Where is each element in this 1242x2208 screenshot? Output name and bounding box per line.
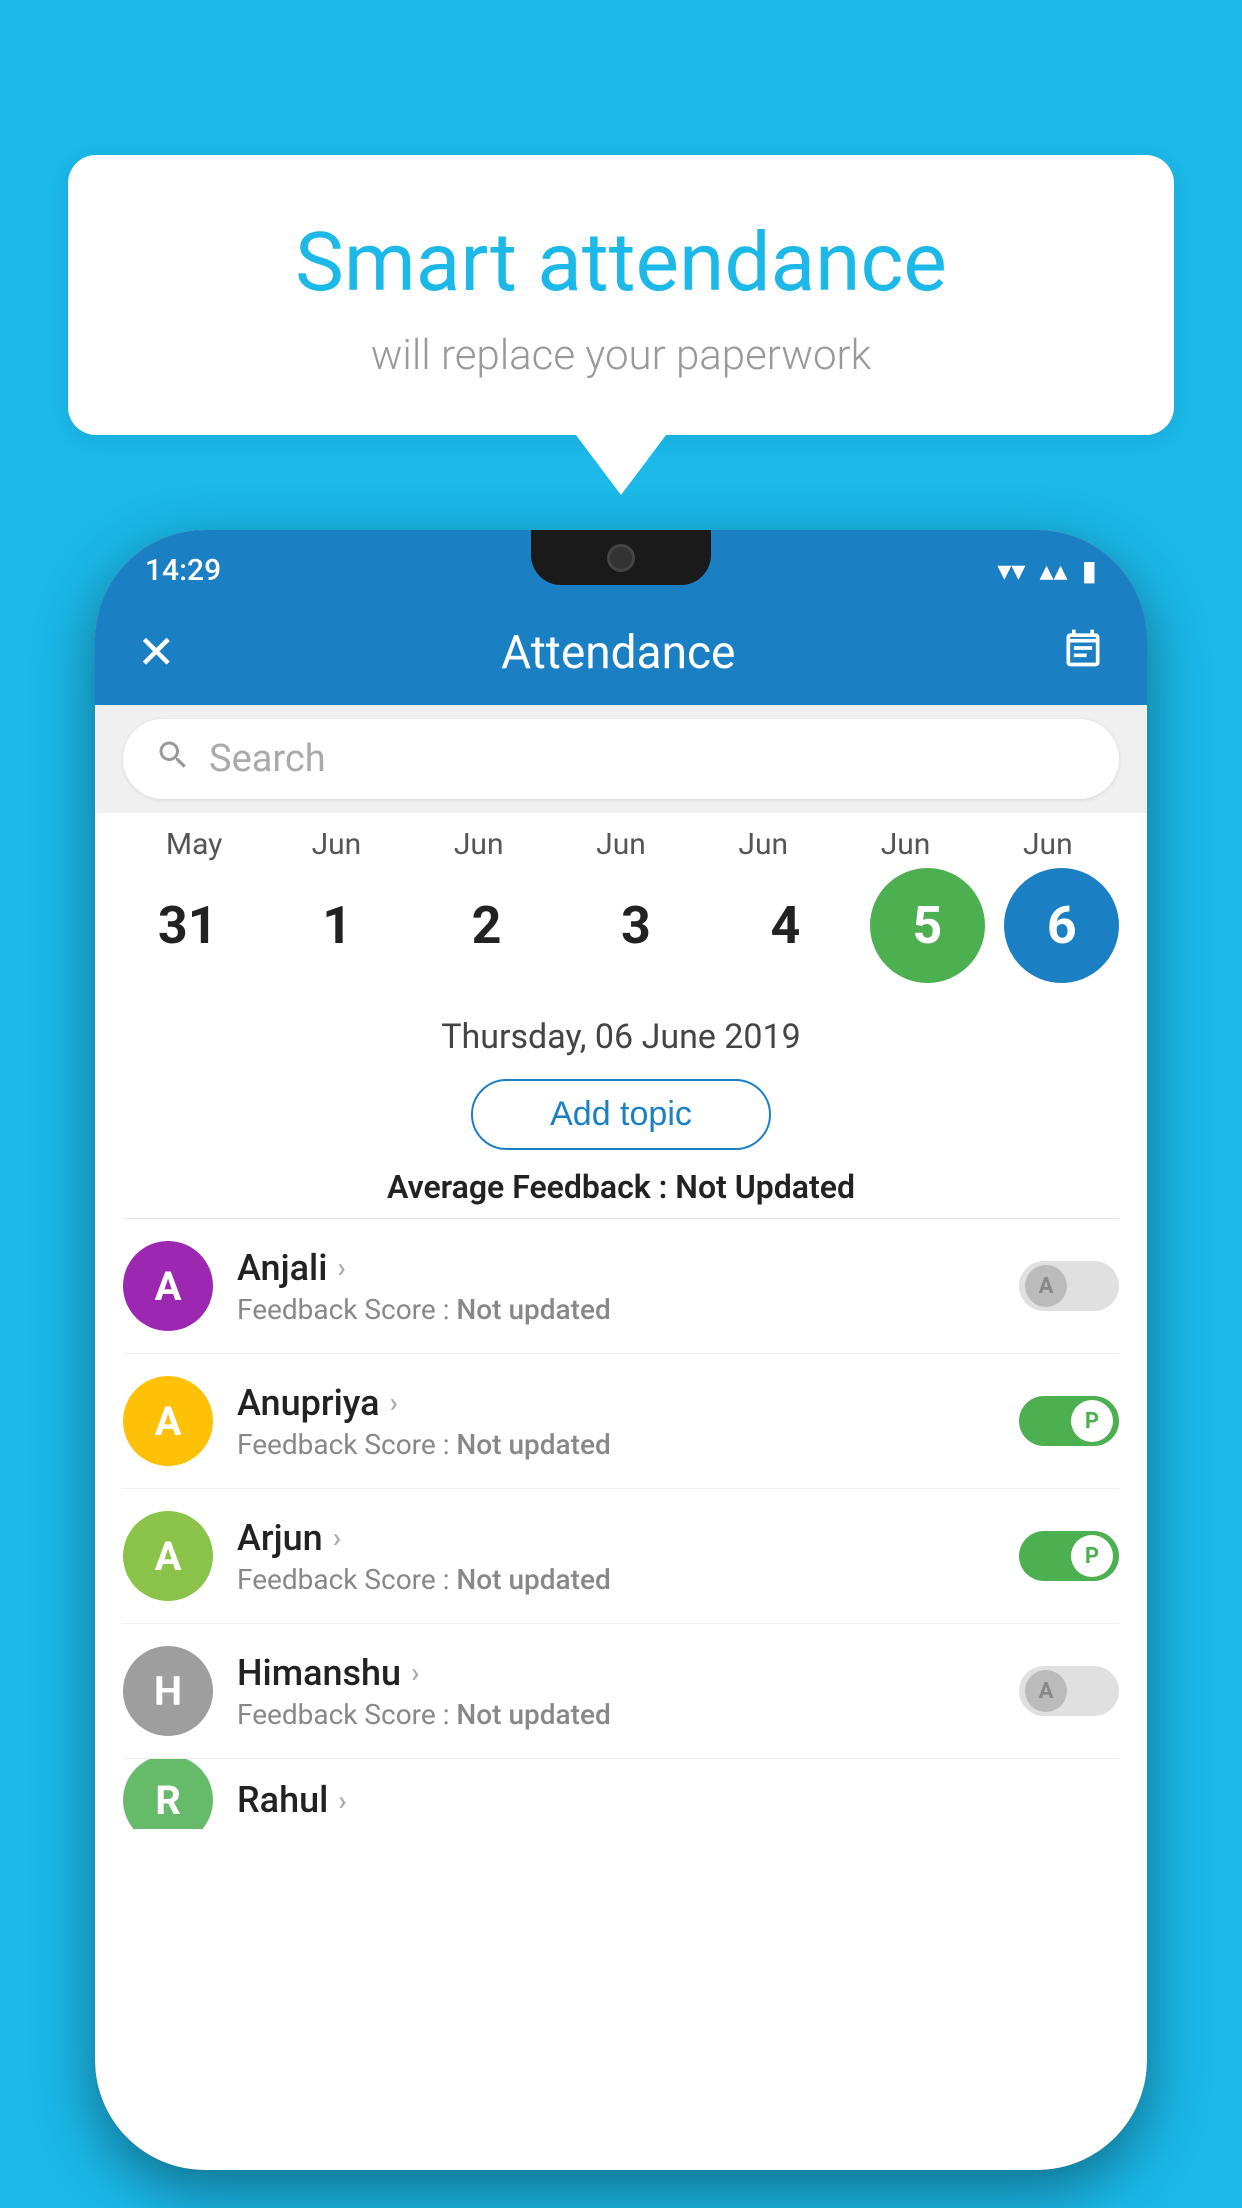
avatar-rahul: R (123, 1759, 213, 1829)
student-info-rahul[interactable]: Rahul › (237, 1779, 1119, 1821)
search-bar[interactable]: Search (123, 719, 1119, 799)
calendar-icon[interactable] (1061, 626, 1105, 680)
chevron-right-rahul: › (338, 1784, 346, 1817)
calendar-month-2: Jun (414, 827, 544, 862)
speech-bubble-container: Smart attendance will replace your paper… (68, 155, 1174, 495)
student-item-himanshu: H Himanshu › Feedback Score : Not update… (123, 1624, 1119, 1759)
average-feedback: Average Feedback : Not Updated (95, 1168, 1147, 1218)
student-info-anupriya[interactable]: Anupriya › Feedback Score : Not updated (237, 1382, 995, 1461)
student-item-rahul: R Rahul › (123, 1759, 1119, 1829)
signal-icon: ▴▴ (1039, 554, 1067, 587)
calendar-strip: May Jun Jun Jun Jun Jun Jun 31 1 2 3 4 5… (95, 813, 1147, 993)
student-info-himanshu[interactable]: Himanshu › Feedback Score : Not updated (237, 1652, 995, 1731)
app-bar: ✕ Attendance (95, 600, 1147, 705)
student-info-arjun[interactable]: Arjun › Feedback Score : Not updated (237, 1517, 995, 1596)
search-icon (155, 737, 191, 782)
feedback-arjun: Feedback Score : Not updated (237, 1563, 995, 1596)
feedback-anjali: Feedback Score : Not updated (237, 1293, 995, 1326)
phone-notch (531, 530, 711, 585)
chevron-right-anupriya: › (390, 1386, 398, 1419)
speech-bubble-title: Smart attendance (118, 215, 1124, 311)
battery-icon: ▮ (1082, 554, 1097, 587)
status-icons: ▾▾ ▴▴ ▮ (997, 554, 1097, 587)
attendance-toggle-himanshu[interactable]: A (1019, 1666, 1119, 1716)
phone-camera (607, 544, 635, 572)
feedback-anupriya: Feedback Score : Not updated (237, 1428, 995, 1461)
toggle-knob-anjali: A (1025, 1265, 1067, 1307)
avg-feedback-label: Average Feedback : (387, 1168, 667, 1206)
calendar-month-0: May (129, 827, 259, 862)
student-item-anjali: A Anjali › Feedback Score : Not updated … (123, 1219, 1119, 1354)
calendar-month-5: Jun (841, 827, 971, 862)
selected-date: Thursday, 06 June 2019 (95, 993, 1147, 1067)
search-bar-wrapper: Search (95, 705, 1147, 813)
toggle-knob-anupriya: P (1071, 1400, 1113, 1442)
toggle-knob-arjun: P (1071, 1535, 1113, 1577)
attendance-toggle-anjali[interactable]: A (1019, 1261, 1119, 1311)
close-button[interactable]: ✕ (137, 625, 176, 680)
calendar-month-1: Jun (271, 827, 401, 862)
student-item-anupriya: A Anupriya › Feedback Score : Not update… (123, 1354, 1119, 1489)
speech-bubble-subtitle: will replace your paperwork (118, 331, 1124, 380)
calendar-day-2[interactable]: 2 (422, 868, 552, 983)
feedback-himanshu: Feedback Score : Not updated (237, 1698, 995, 1731)
avatar-himanshu: H (123, 1646, 213, 1736)
calendar-month-4: Jun (698, 827, 828, 862)
chevron-right-himanshu: › (411, 1656, 419, 1689)
student-info-anjali[interactable]: Anjali › Feedback Score : Not updated (237, 1247, 995, 1326)
calendar-day-4[interactable]: 4 (720, 868, 850, 983)
avatar-anupriya: A (123, 1376, 213, 1466)
phone-screen: 14:29 ▾▾ ▴▴ ▮ ✕ Attendance (95, 530, 1147, 2170)
avatar-arjun: A (123, 1511, 213, 1601)
calendar-months: May Jun Jun Jun Jun Jun Jun (95, 827, 1147, 862)
status-time: 14:29 (145, 553, 221, 588)
calendar-day-3[interactable]: 3 (571, 868, 701, 983)
toggle-knob-himanshu: A (1025, 1670, 1067, 1712)
student-name-anjali: Anjali › (237, 1247, 995, 1289)
app-bar-title: Attendance (501, 626, 735, 680)
student-item-arjun: A Arjun › Feedback Score : Not updated P (123, 1489, 1119, 1624)
speech-bubble-tail (576, 435, 666, 495)
calendar-day-6[interactable]: 6 (1004, 868, 1119, 983)
content-area: Thursday, 06 June 2019 Add topic Average… (95, 993, 1147, 1829)
chevron-right-arjun: › (333, 1521, 341, 1554)
student-name-himanshu: Himanshu › (237, 1652, 995, 1694)
calendar-day-5[interactable]: 5 (870, 868, 985, 983)
phone-frame: 14:29 ▾▾ ▴▴ ▮ ✕ Attendance (95, 530, 1147, 2170)
add-topic-button[interactable]: Add topic (471, 1079, 771, 1150)
student-name-rahul: Rahul › (237, 1779, 1119, 1821)
attendance-toggle-anupriya[interactable]: P (1019, 1396, 1119, 1446)
chevron-right-anjali: › (337, 1251, 345, 1284)
speech-bubble: Smart attendance will replace your paper… (68, 155, 1174, 435)
calendar-month-3: Jun (556, 827, 686, 862)
calendar-day-31[interactable]: 31 (123, 868, 253, 983)
student-list: A Anjali › Feedback Score : Not updated … (95, 1219, 1147, 1829)
calendar-day-1[interactable]: 1 (272, 868, 402, 983)
student-name-anupriya: Anupriya › (237, 1382, 995, 1424)
avatar-anjali: A (123, 1241, 213, 1331)
calendar-month-6: Jun (983, 827, 1113, 862)
search-placeholder: Search (209, 737, 1087, 781)
attendance-toggle-arjun[interactable]: P (1019, 1531, 1119, 1581)
calendar-days: 31 1 2 3 4 5 6 (95, 868, 1147, 983)
wifi-icon: ▾▾ (997, 554, 1025, 587)
avg-feedback-value: Not Updated (675, 1168, 855, 1206)
student-name-arjun: Arjun › (237, 1517, 995, 1559)
